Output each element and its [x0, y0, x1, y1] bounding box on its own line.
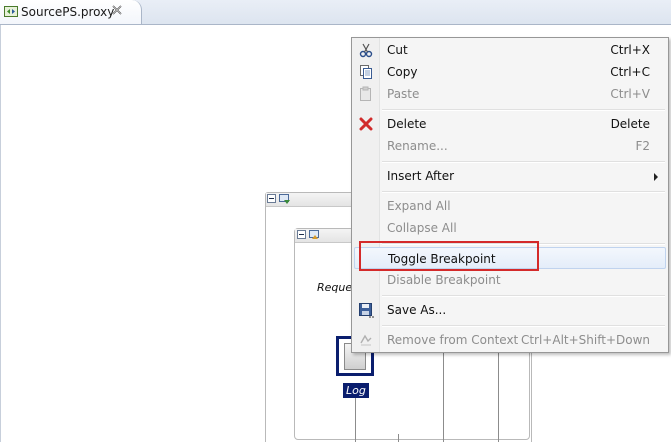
collapse-inner-button[interactable] — [297, 230, 306, 239]
connector-line — [398, 434, 399, 442]
paste-icon — [360, 86, 371, 101]
menu-item-disable-breakpoint[interactable]: Disable Breakpoint — [354, 269, 666, 291]
menu-separator — [382, 191, 665, 193]
menu-item-cut[interactable]: Cut Ctrl+X — [354, 39, 666, 61]
submenu-arrow-icon — [654, 173, 658, 181]
menu-item-insert-after[interactable]: Insert After — [354, 165, 666, 187]
eclipse-editor-window: SourcePS.proxy Reques Log Cut Ctrl+X Cop… — [0, 0, 671, 442]
stage-icon — [309, 230, 319, 239]
menu-separator — [382, 295, 665, 297]
menu-item-copy[interactable]: Copy Ctrl+C — [354, 61, 666, 83]
save-icon — [359, 303, 374, 318]
pipeline-pair-icon — [279, 194, 290, 204]
connector-line — [443, 352, 444, 442]
menu-separator — [382, 161, 665, 163]
scissors-icon — [359, 43, 373, 58]
highlight-annotation-box — [359, 241, 539, 271]
editor-tab-label: SourcePS.proxy — [21, 5, 115, 19]
proxy-file-icon — [4, 6, 18, 17]
menu-item-delete[interactable]: Delete Delete — [354, 113, 666, 135]
connector-line — [355, 398, 356, 442]
menu-item-collapse-all[interactable]: Collapse All — [354, 217, 666, 239]
editor-tab-sourceps[interactable]: SourcePS.proxy — [0, 0, 142, 24]
collapse-outer-button[interactable] — [267, 194, 276, 203]
menu-item-save-as[interactable]: Save As... — [354, 299, 666, 321]
menu-item-remove-from-context[interactable]: Remove from Context Ctrl+Alt+Shift+Down — [354, 329, 666, 351]
menu-item-paste[interactable]: Paste Ctrl+V — [354, 83, 666, 105]
menu-separator — [382, 109, 665, 111]
connector-line — [498, 352, 499, 442]
copy-icon — [360, 65, 372, 79]
menu-item-rename[interactable]: Rename... F2 — [354, 135, 666, 157]
delete-icon — [359, 117, 373, 131]
editor-tab-strip: SourcePS.proxy — [0, 0, 671, 25]
menu-item-expand-all[interactable]: Expand All — [354, 195, 666, 217]
remove-context-icon — [360, 334, 372, 346]
log-action-label: Log — [343, 383, 369, 398]
context-menu: Cut Ctrl+X Copy Ctrl+C Paste Ctrl+V Dele… — [351, 37, 669, 353]
close-icon[interactable] — [111, 4, 123, 16]
menu-separator — [382, 325, 665, 327]
